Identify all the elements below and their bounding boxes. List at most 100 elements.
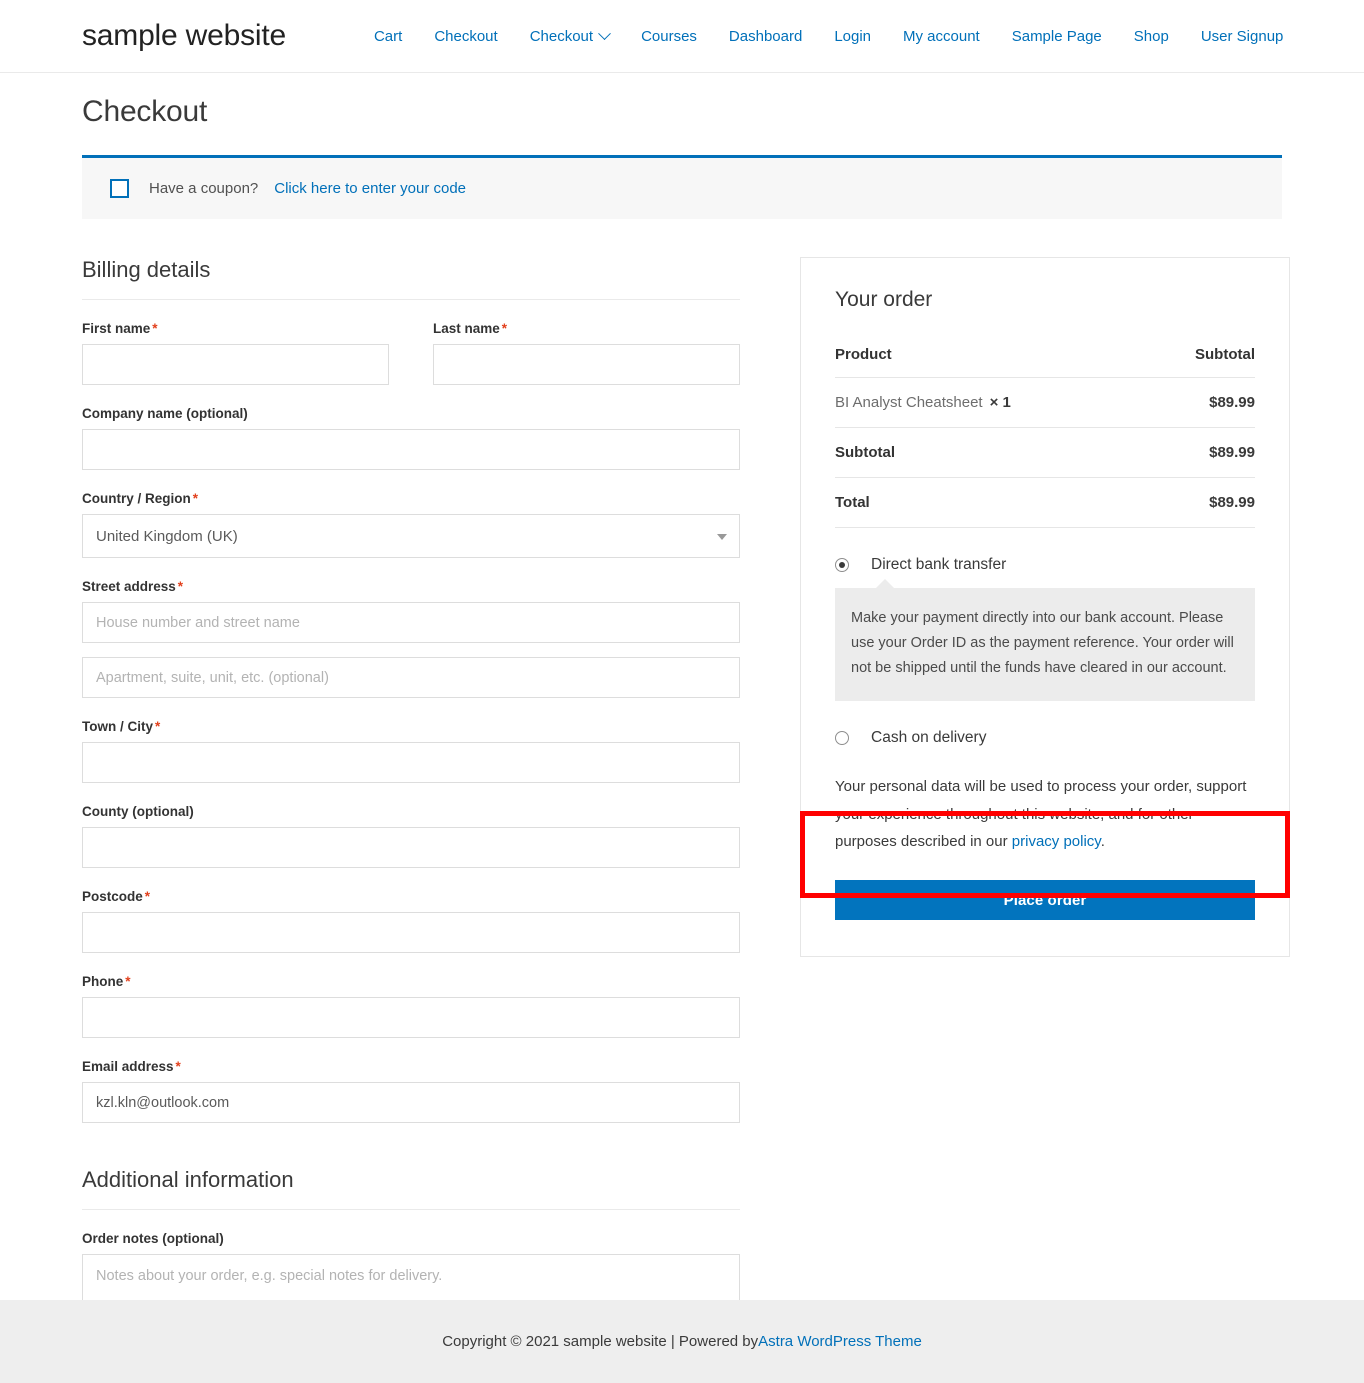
quantity-value: 1 [1002, 394, 1011, 411]
nav-label: Checkout [529, 27, 594, 45]
order-review-panel: Your order Product Subtotal BI Analyst C… [800, 257, 1290, 958]
copyright-text: Copyright © 2021 sample website | Powere… [442, 1333, 759, 1350]
nav-label: Dashboard [728, 27, 803, 45]
street-address-line2-input[interactable] [82, 657, 740, 698]
privacy-policy-link[interactable]: privacy policy [1012, 833, 1101, 850]
county-input[interactable] [82, 827, 740, 868]
required-marker: * [175, 1059, 181, 1074]
email-label-text: Email address [82, 1059, 174, 1074]
coupon-link[interactable]: Click here to enter your code [274, 180, 466, 197]
nav-item-cart[interactable]: Cart [358, 28, 418, 45]
additional-information-heading: Additional information [82, 1167, 740, 1210]
astra-theme-link[interactable]: Astra WordPress Theme [758, 1333, 922, 1350]
county-field-group: County (optional) [82, 804, 740, 868]
city-input[interactable] [82, 742, 740, 783]
nav-item-my-account[interactable]: My account [887, 28, 996, 45]
coupon-tag-icon [110, 179, 129, 198]
multiply-icon: × [989, 394, 999, 411]
product-quantity: × 1 [990, 394, 1011, 411]
country-select-wrap: United Kingdom (UK) [82, 514, 740, 558]
radio-cash-on-delivery[interactable] [835, 730, 849, 745]
country-label-text: Country / Region [82, 491, 191, 506]
company-label: Company name (optional) [82, 406, 248, 421]
product-amount: $89.99 [1148, 377, 1255, 428]
total-label: Total [835, 477, 1149, 527]
last-name-label: Last name * [433, 321, 740, 336]
additional-information-section: Additional information Order notes (opti… [82, 1167, 740, 1319]
required-marker: * [501, 321, 508, 336]
product-cell: BI Analyst Cheatsheet × 1 [835, 377, 1149, 428]
payment-description-direct-bank-transfer: Make your payment directly into our bank… [835, 579, 1255, 701]
city-label: Town / City * [82, 719, 740, 734]
nav-item-checkout[interactable]: Checkout [418, 28, 513, 45]
last-name-field-group: Last name * [433, 321, 740, 385]
main-navigation: Cart Checkout Checkout Courses Dashboard… [358, 26, 1300, 45]
email-field-group: Email address * [82, 1059, 740, 1123]
first-name-field-group: First name * [82, 321, 389, 385]
place-order-button[interactable]: Place order [835, 880, 1255, 921]
nav-item-sample-page[interactable]: Sample Page [996, 28, 1118, 45]
phone-input[interactable] [82, 997, 740, 1038]
billing-column: Billing details First name * Last name * C… [82, 257, 740, 1319]
nav-item-shop[interactable]: Shop [1118, 28, 1185, 45]
city-field-group: Town / City * [82, 719, 740, 783]
nav-item-login[interactable]: Login [818, 28, 887, 45]
county-label: County (optional) [82, 804, 194, 819]
site-title: sample website [82, 19, 286, 52]
postcode-label-text: Postcode [82, 889, 143, 904]
last-name-label-text: Last name [433, 321, 500, 336]
email-label: Email address * [82, 1059, 740, 1074]
payment-option-direct-bank-transfer[interactable]: Direct bank transfer [835, 556, 1255, 574]
privacy-text-after: . [1100, 833, 1105, 851]
phone-field-group: Phone * [82, 974, 740, 1038]
total-amount: $89.99 [1148, 477, 1255, 527]
phone-label: Phone * [82, 974, 740, 989]
coupon-notice: Have a coupon? Click here to enter your … [82, 155, 1282, 219]
payment-option-cash-on-delivery[interactable]: Cash on delivery [835, 729, 1255, 747]
country-select[interactable]: United Kingdom (UK) [82, 514, 740, 558]
company-input[interactable] [82, 429, 740, 470]
page-title: Checkout [82, 95, 208, 128]
payment-label: Cash on delivery [871, 728, 987, 746]
city-label-text: Town / City [82, 719, 153, 734]
order-table-head: Product Subtotal [835, 346, 1255, 378]
order-notes-label: Order notes (optional) [82, 1231, 224, 1246]
nav-item-dashboard[interactable]: Dashboard [713, 28, 818, 45]
required-marker: * [144, 889, 151, 904]
phone-label-text: Phone [82, 974, 124, 989]
street-address-label: Street address * [82, 579, 740, 594]
required-marker: * [125, 974, 131, 989]
table-row: BI Analyst Cheatsheet × 1 $89.99 [835, 377, 1255, 428]
product-name: BI Analyst Cheatsheet [835, 394, 983, 411]
site-footer: Copyright © 2021 sample website | Powere… [0, 1300, 1364, 1383]
country-field-group: Country / Region * United Kingdom (UK) [82, 491, 740, 558]
nav-label: User Signup [1200, 27, 1284, 45]
table-row: Total $89.99 [835, 477, 1255, 527]
postcode-input[interactable] [82, 912, 740, 953]
table-row: Subtotal $89.99 [835, 427, 1255, 478]
first-name-input[interactable] [82, 344, 389, 385]
coupon-text: Have a coupon? [149, 180, 259, 197]
required-marker: * [155, 719, 161, 734]
column-header-product: Product [835, 346, 892, 363]
email-input[interactable] [82, 1082, 740, 1123]
country-selected-value: United Kingdom (UK) [96, 527, 238, 545]
name-row: First name * Last name * [82, 300, 740, 385]
first-name-label: First name * [82, 321, 389, 336]
first-name-label-text: First name [82, 321, 151, 336]
street-address-label-text: Street address [82, 579, 176, 594]
your-order-title: Your order [835, 288, 933, 311]
site-header: sample website Cart Checkout Checkout Co… [0, 0, 1364, 73]
nav-label: My account [903, 27, 980, 45]
company-field-group: Company name (optional) [82, 406, 740, 470]
street-address-line1-input[interactable] [82, 602, 740, 643]
last-name-input[interactable] [433, 344, 740, 385]
nav-item-checkout-dropdown[interactable]: Checkout [514, 26, 625, 45]
nav-item-courses[interactable]: Courses [625, 28, 713, 45]
nav-item-user-signup[interactable]: User Signup [1185, 28, 1300, 45]
radio-direct-bank-transfer[interactable] [835, 558, 849, 572]
street-address-field-group: Street address * [82, 579, 740, 698]
nav-label: Login [834, 27, 872, 45]
page-content: Checkout Have a coupon? Click here to en… [0, 95, 1364, 1319]
order-table-body: BI Analyst Cheatsheet × 1 $89.99 Subtotal… [835, 377, 1255, 527]
